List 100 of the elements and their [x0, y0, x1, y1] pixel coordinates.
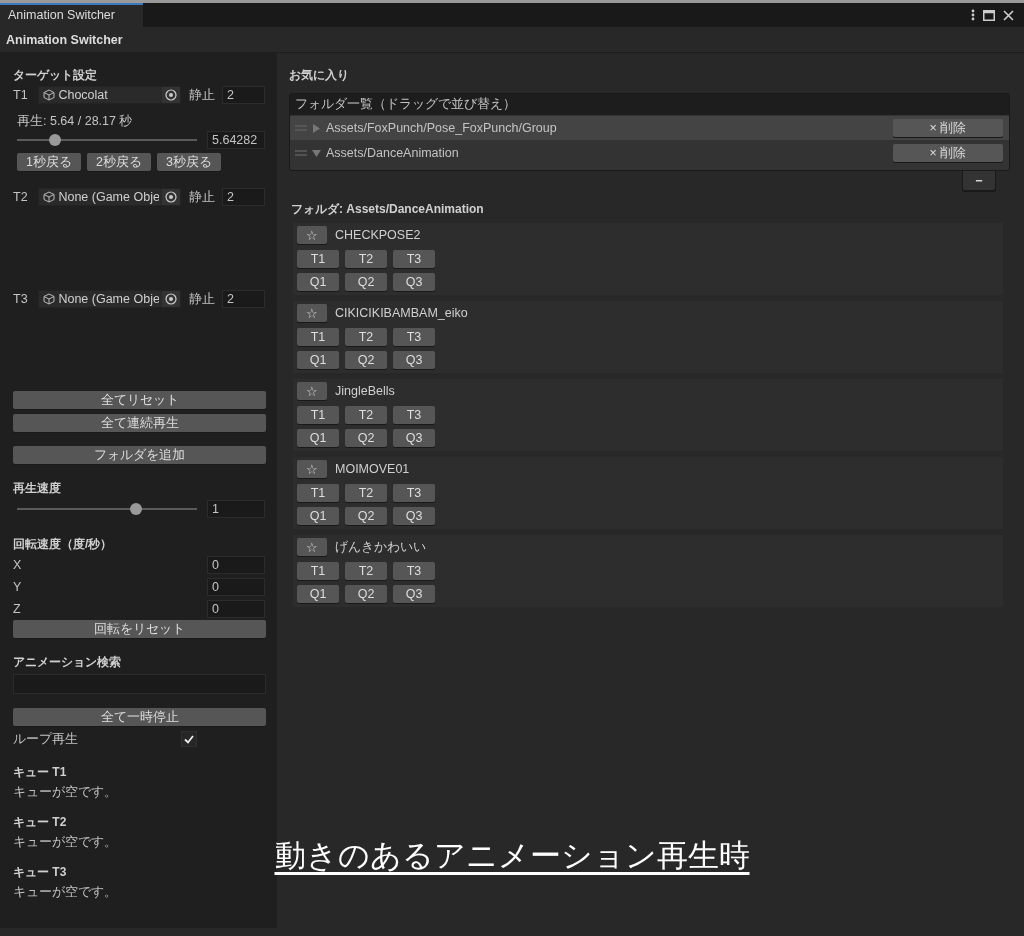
folder-path: Assets/DanceAnimation — [326, 146, 460, 160]
folder-row[interactable]: Assets/FoxPunch/Pose_FoxPunch/Group × 削除 — [290, 116, 1009, 140]
time-field[interactable]: 5.64282 — [207, 131, 265, 149]
queue-button[interactable]: Q3 — [393, 429, 435, 447]
play-target-button[interactable]: T1 — [297, 328, 339, 346]
play-target-button[interactable]: T3 — [393, 250, 435, 268]
cube-icon — [43, 293, 56, 305]
object-field[interactable]: Chocolat — [38, 86, 181, 104]
cube-icon — [43, 191, 56, 203]
loop-checkbox[interactable] — [181, 731, 197, 747]
play-all-button[interactable]: 全て連続再生 — [13, 414, 266, 432]
rotation-field[interactable]: 0 — [207, 600, 265, 618]
more-options-icon[interactable] — [971, 9, 975, 21]
maximize-icon[interactable] — [983, 9, 995, 21]
queue-button[interactable]: Q2 — [345, 351, 387, 369]
stop-field[interactable]: 2 — [222, 290, 265, 308]
play-target-button[interactable]: T1 — [297, 406, 339, 424]
reset-rotation-button[interactable]: 回転をリセット — [13, 620, 266, 638]
animation-name: CHECKPOSE2 — [335, 228, 421, 242]
play-target-button[interactable]: T3 — [393, 562, 435, 580]
add-folder-button[interactable]: フォルダを追加 — [13, 446, 266, 464]
play-target-button[interactable]: T2 — [345, 484, 387, 502]
section-heading: アニメーション検索 — [13, 654, 122, 671]
section-heading: ターゲット設定 — [13, 67, 98, 84]
animation-name: CIKICIKIBAMBAM_eiko — [335, 306, 468, 320]
stop-label: 静止 — [187, 188, 216, 206]
queue-button[interactable]: Q2 — [345, 429, 387, 447]
queue-button[interactable]: Q3 — [393, 585, 435, 603]
queue-button[interactable]: Q2 — [345, 273, 387, 291]
stop-label: 静止 — [187, 86, 216, 104]
object-field[interactable]: None (Game Obje — [38, 188, 181, 206]
section-heading: お気に入り — [289, 67, 350, 84]
stop-label: 静止 — [187, 290, 216, 308]
queue-button[interactable]: Q1 — [297, 507, 339, 525]
reset-all-button[interactable]: 全てリセット — [13, 391, 266, 409]
target-label: T1 — [13, 88, 29, 102]
playback-time: 再生: 5.64 / 28.17 秒 — [16, 113, 134, 129]
delete-button[interactable]: × 削除 — [893, 119, 1003, 137]
remove-button[interactable]: − — [962, 171, 996, 191]
queue-heading: キュー T3 — [13, 864, 68, 881]
speed-field[interactable]: 1 — [207, 500, 265, 518]
play-target-button[interactable]: T1 — [297, 484, 339, 502]
queue-button[interactable]: Q1 — [297, 273, 339, 291]
slider-thumb[interactable] — [129, 503, 142, 515]
cube-icon — [43, 89, 56, 101]
rotation-field[interactable]: 0 — [207, 556, 265, 574]
folder-path: Assets/FoxPunch/Pose_FoxPunch/Group — [326, 121, 558, 135]
foldout-arrow-icon[interactable] — [312, 148, 321, 158]
loop-label: ループ再生 — [13, 730, 79, 748]
queue-button[interactable]: Q1 — [297, 429, 339, 447]
target-label: T2 — [13, 190, 29, 204]
play-target-button[interactable]: T2 — [345, 250, 387, 268]
play-target-button[interactable]: T3 — [393, 484, 435, 502]
rewind-button[interactable]: 2秒戻る — [87, 153, 151, 171]
queue-button[interactable]: Q2 — [345, 507, 387, 525]
play-target-button[interactable]: T1 — [297, 250, 339, 268]
pause-all-button[interactable]: 全て一時停止 — [13, 708, 266, 726]
axis-label: Y — [13, 580, 22, 594]
object-picker-button[interactable] — [161, 189, 180, 205]
close-icon[interactable] — [1003, 9, 1014, 21]
rewind-button[interactable]: 1秒戻る — [17, 153, 81, 171]
favorite-button[interactable]: ☆ — [297, 226, 327, 244]
animation-name: JingleBells — [335, 384, 395, 398]
favorite-button[interactable]: ☆ — [297, 460, 327, 478]
play-target-button[interactable]: T2 — [345, 406, 387, 424]
favorite-button[interactable]: ☆ — [297, 382, 327, 400]
drag-handle-icon[interactable] — [295, 150, 307, 156]
window-tab[interactable]: Animation Switcher — [0, 3, 143, 27]
object-field[interactable]: None (Game Obje — [38, 290, 181, 308]
play-target-button[interactable]: T3 — [393, 328, 435, 346]
folder-row[interactable]: Assets/DanceAnimation × 削除 — [290, 141, 1009, 165]
slider-thumb[interactable] — [48, 134, 61, 146]
axis-label: X — [13, 558, 22, 572]
queue-button[interactable]: Q1 — [297, 585, 339, 603]
queue-button[interactable]: Q3 — [393, 351, 435, 369]
stop-field[interactable]: 2 — [222, 188, 265, 206]
stop-field[interactable]: 2 — [222, 86, 265, 104]
object-picker-button[interactable] — [161, 87, 180, 103]
axis-label: Z — [13, 602, 21, 616]
favorite-button[interactable]: ☆ — [297, 538, 327, 556]
folder-heading: フォルダ: Assets/DanceAnimation — [291, 201, 485, 218]
favorite-button[interactable]: ☆ — [297, 304, 327, 322]
play-target-button[interactable]: T2 — [345, 562, 387, 580]
queue-button[interactable]: Q3 — [393, 273, 435, 291]
play-target-button[interactable]: T2 — [345, 328, 387, 346]
section-heading: 再生速度 — [13, 480, 62, 497]
caption: 動きのあるアニメーション再生時 — [274, 837, 750, 875]
play-target-button[interactable]: T3 — [393, 406, 435, 424]
rewind-button[interactable]: 3秒戻る — [157, 153, 221, 171]
delete-button[interactable]: × 削除 — [893, 144, 1003, 162]
play-target-button[interactable]: T1 — [297, 562, 339, 580]
queue-button[interactable]: Q1 — [297, 351, 339, 369]
animation-name: げんきかわいい — [335, 538, 426, 556]
window-title: Animation Switcher — [6, 32, 123, 47]
queue-button[interactable]: Q2 — [345, 585, 387, 603]
queue-button[interactable]: Q3 — [393, 507, 435, 525]
list-header: フォルダ一覧（ドラッグで並び替え） — [290, 94, 1009, 115]
rotation-field[interactable]: 0 — [207, 578, 265, 596]
object-picker-button[interactable] — [161, 291, 180, 307]
queue-status: キューが空です。 — [13, 834, 118, 851]
